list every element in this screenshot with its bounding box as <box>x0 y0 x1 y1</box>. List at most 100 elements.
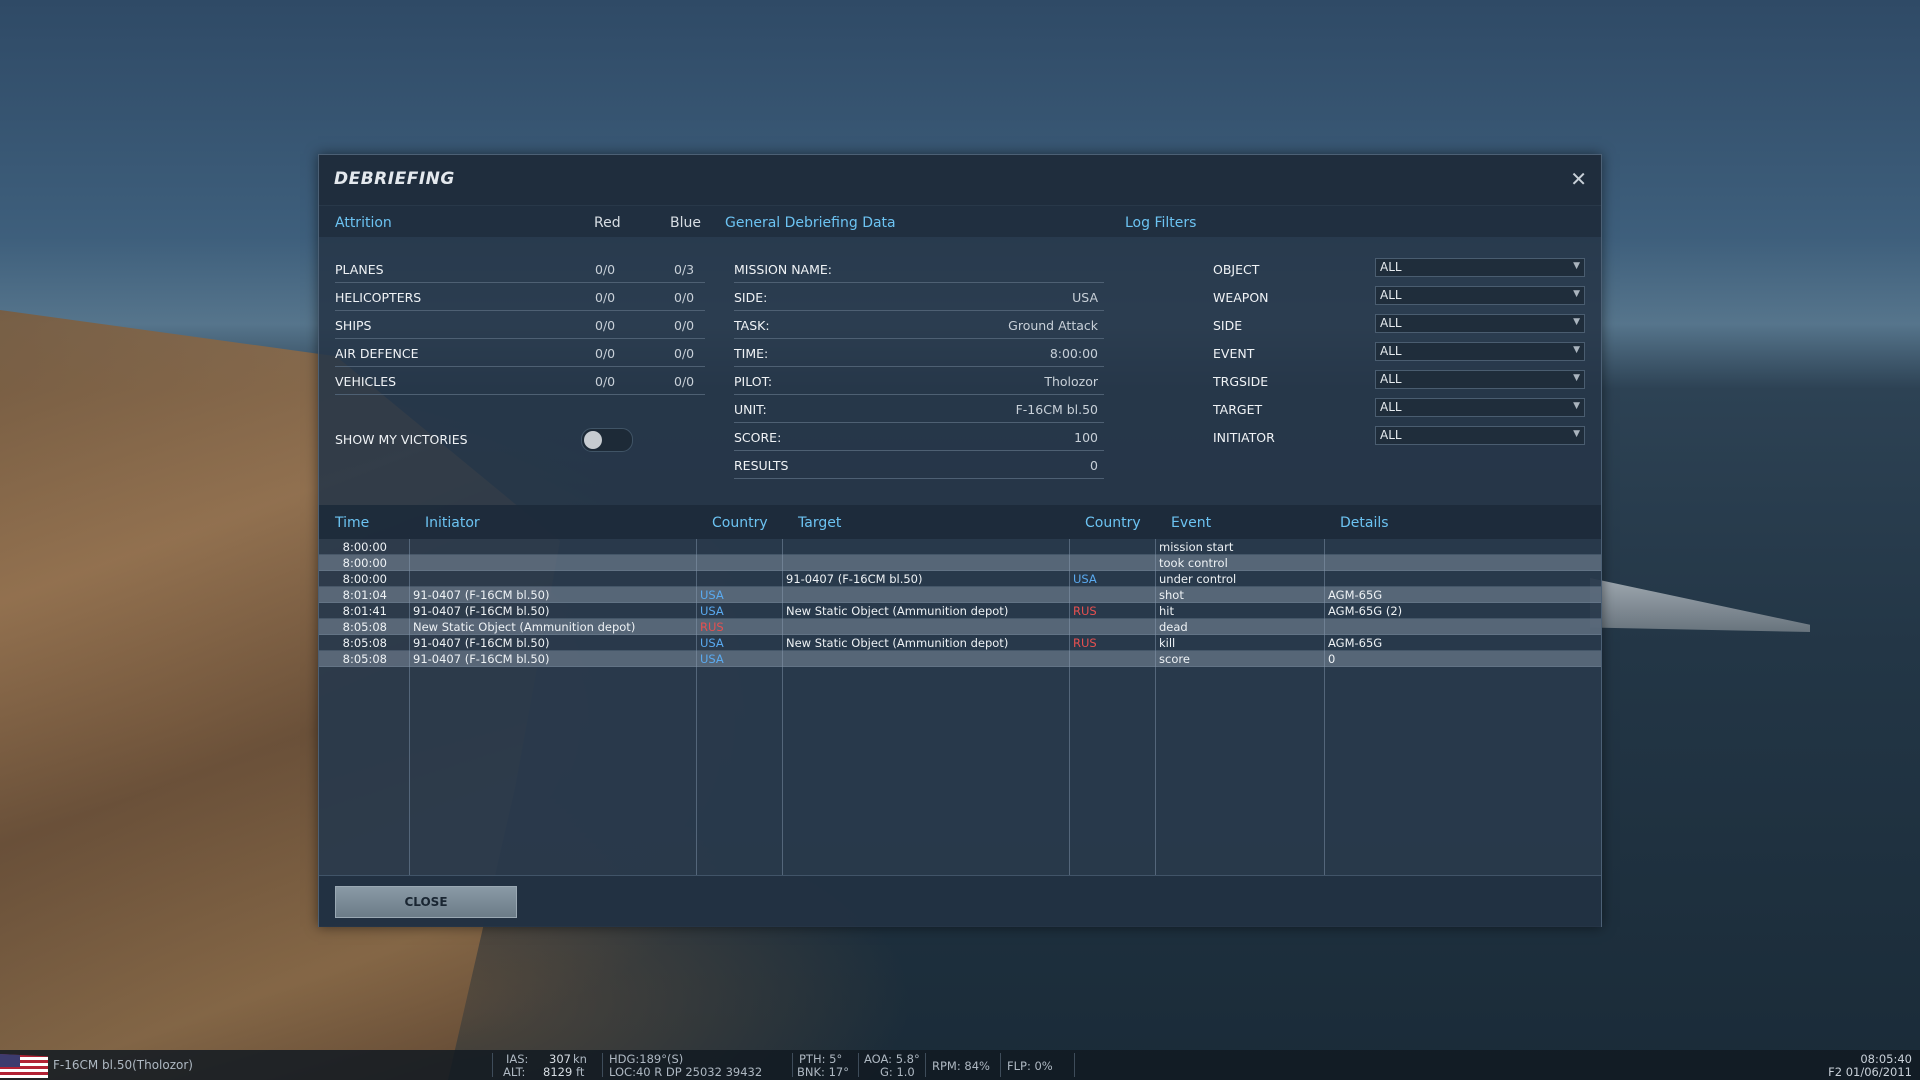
log-time: 8:05:08 <box>342 652 387 666</box>
col-details[interactable]: Details <box>1340 515 1389 531</box>
general-label: UNIT: <box>734 402 767 417</box>
attrition-red: 0/0 <box>595 346 616 361</box>
filter-weapon-select[interactable]: ALL ▼ <box>1375 286 1585 305</box>
filter-row: EVENT <box>1213 340 1373 366</box>
log-event: shot <box>1159 588 1184 602</box>
log-row[interactable]: 8:05:08 91-0407 (F-16CM bl.50) USA New S… <box>319 635 1601 651</box>
attrition-red: 0/0 <box>595 374 616 389</box>
aircraft-nose <box>1590 578 1810 632</box>
general-value: 0 <box>1090 458 1098 473</box>
hud-alt-value: 8129 <box>543 1065 573 1079</box>
filter-label: EVENT <box>1213 346 1255 361</box>
filter-initiator-select[interactable]: ALL ▼ <box>1375 426 1585 445</box>
attrition-blue: 0/0 <box>674 346 695 361</box>
log-event: hit <box>1159 604 1174 618</box>
filter-event-select[interactable]: ALL ▼ <box>1375 342 1585 361</box>
log-event: mission start <box>1159 540 1234 554</box>
hud-separator <box>925 1053 926 1077</box>
filter-target-select[interactable]: ALL ▼ <box>1375 398 1585 417</box>
hud-flaps: FLP: 0% <box>1007 1059 1053 1073</box>
filter-value: ALL <box>1380 344 1402 358</box>
show-victories-label: SHOW MY VICTORIES <box>335 432 468 447</box>
log-country-initiator: USA <box>700 636 724 650</box>
col-event[interactable]: Event <box>1171 515 1211 531</box>
chevron-down-icon: ▼ <box>1573 401 1580 411</box>
log-initiator: 91-0407 (F-16CM bl.50) <box>413 588 550 602</box>
log-details: AGM-65G (2) <box>1328 604 1403 618</box>
attrition-blue: 0/0 <box>674 374 695 389</box>
log-row[interactable]: 8:01:04 91-0407 (F-16CM bl.50) USA shot … <box>319 587 1601 603</box>
general-row: TASK: Ground Attack <box>734 312 1104 339</box>
filter-value: ALL <box>1380 288 1402 302</box>
log-country-initiator: USA <box>700 652 724 666</box>
close-button[interactable]: CLOSE <box>335 886 517 918</box>
log-row[interactable]: 8:00:00 mission start <box>319 539 1601 555</box>
filter-value: ALL <box>1380 372 1402 386</box>
event-log-table: Time Initiator Country Target Country Ev… <box>319 505 1601 875</box>
hud-pitch: PTH: 5° <box>799 1052 843 1066</box>
general-row: UNIT: F-16CM bl.50 <box>734 396 1104 423</box>
hud-date: F2 01/06/2011 <box>1828 1065 1912 1079</box>
attrition-blue: 0/3 <box>674 262 695 277</box>
general-label: MISSION NAME: <box>734 262 832 277</box>
log-header-row: Time Initiator Country Target Country Ev… <box>319 505 1601 539</box>
general-row: SIDE: USA <box>734 284 1104 311</box>
filter-object-select[interactable]: ALL ▼ <box>1375 258 1585 277</box>
hud-alt-label: ALT: <box>503 1065 526 1079</box>
general-value: Ground Attack <box>1008 318 1098 333</box>
log-time: 8:05:08 <box>342 636 387 650</box>
log-row[interactable]: 8:01:41 91-0407 (F-16CM bl.50) USA New S… <box>319 603 1601 619</box>
col-time[interactable]: Time <box>335 515 369 531</box>
filters-header: Log Filters <box>1125 215 1197 231</box>
hud-aoa: AOA: 5.8° <box>864 1052 920 1066</box>
filter-label: TARGET <box>1213 402 1263 417</box>
log-row[interactable]: 8:00:00 91-0407 (F-16CM bl.50) USA under… <box>319 571 1601 587</box>
log-time: 8:00:00 <box>342 556 387 570</box>
general-label: TIME: <box>734 346 769 361</box>
log-country-target: USA <box>1073 572 1097 586</box>
dialog-title: DEBRIEFING <box>334 169 455 189</box>
chevron-down-icon: ▼ <box>1573 261 1580 271</box>
filters-header-bar: Log Filters <box>1119 205 1601 237</box>
col-target[interactable]: Target <box>798 515 841 531</box>
hud-time: 08:05:40 <box>1860 1052 1912 1066</box>
log-time: 8:00:00 <box>342 540 387 554</box>
filter-trgside-select[interactable]: ALL ▼ <box>1375 370 1585 389</box>
filter-label: INITIATOR <box>1213 430 1275 445</box>
general-label: TASK: <box>734 318 770 333</box>
col-country-initiator[interactable]: Country <box>712 515 768 531</box>
chevron-down-icon: ▼ <box>1573 429 1580 439</box>
attrition-header-bar: Attrition Red Blue <box>319 205 719 237</box>
hud-separator <box>858 1053 859 1077</box>
log-target: New Static Object (Ammunition depot) <box>786 604 1009 618</box>
col-country-target[interactable]: Country <box>1085 515 1141 531</box>
attrition-row: SHIPS 0/0 0/0 <box>335 312 705 339</box>
debriefing-dialog: DEBRIEFING ✕ Attrition Red Blue General … <box>318 154 1602 927</box>
general-value: F-16CM bl.50 <box>1015 402 1098 417</box>
general-value: 8:00:00 <box>1049 346 1098 361</box>
filter-side-select[interactable]: ALL ▼ <box>1375 314 1585 333</box>
log-row[interactable]: 8:05:08 91-0407 (F-16CM bl.50) USA score… <box>319 651 1601 667</box>
show-victories-toggle[interactable] <box>581 428 633 452</box>
general-label: SIDE: <box>734 290 768 305</box>
filter-row: INITIATOR <box>1213 424 1373 450</box>
hud-separator <box>602 1053 603 1077</box>
log-row[interactable]: 8:00:00 took control <box>319 555 1601 571</box>
chevron-down-icon: ▼ <box>1573 289 1580 299</box>
hud-alt-unit: ft <box>576 1065 585 1079</box>
log-event: took control <box>1159 556 1228 570</box>
log-time: 8:00:00 <box>342 572 387 586</box>
hud-rpm: RPM: 84% <box>932 1059 990 1073</box>
log-country-initiator: USA <box>700 588 724 602</box>
show-victories-row: SHOW MY VICTORIES <box>335 426 565 452</box>
log-event: under control <box>1159 572 1237 586</box>
log-event: score <box>1159 652 1190 666</box>
col-initiator[interactable]: Initiator <box>425 515 480 531</box>
log-country-target: RUS <box>1073 636 1097 650</box>
close-icon[interactable]: ✕ <box>1570 167 1587 191</box>
attrition-blue: 0/0 <box>674 290 695 305</box>
general-row: TIME: 8:00:00 <box>734 340 1104 367</box>
attrition-red: 0/0 <box>595 318 616 333</box>
general-label: SCORE: <box>734 430 782 445</box>
log-row[interactable]: 8:05:08 New Static Object (Ammunition de… <box>319 619 1601 635</box>
